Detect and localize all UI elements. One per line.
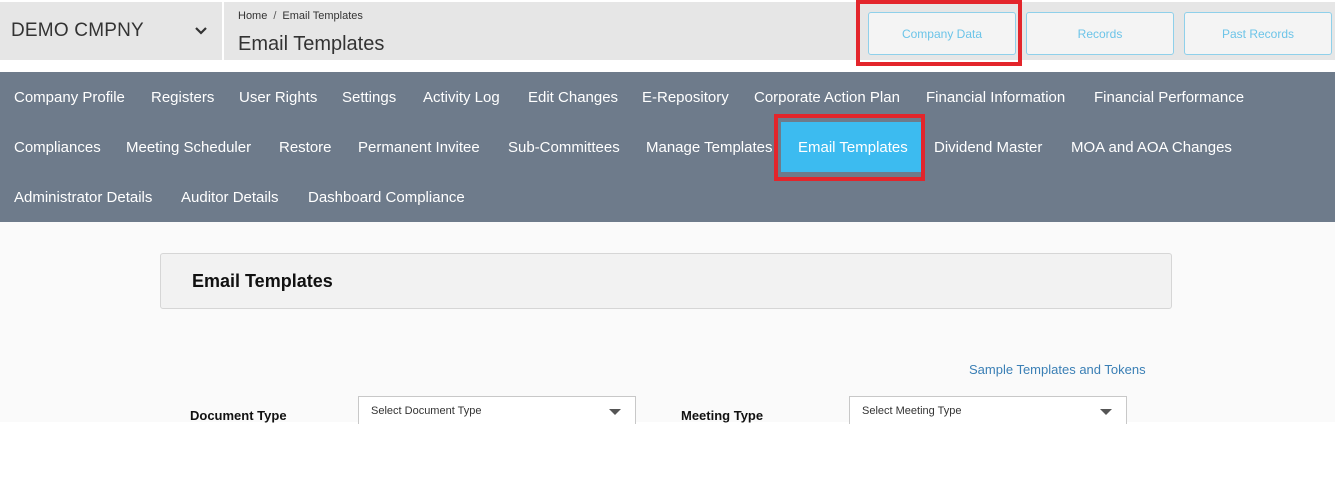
company-name: DEMO CMPNY — [11, 20, 144, 41]
breadcrumb: Home / Email Templates — [238, 10, 363, 22]
nav-corporate-action-plan[interactable]: Corporate Action Plan — [754, 72, 900, 122]
breadcrumb-current: Email Templates — [282, 10, 363, 22]
nav-company-profile[interactable]: Company Profile — [14, 72, 125, 122]
nav-user-rights[interactable]: User Rights — [239, 72, 317, 122]
company-data-button[interactable]: Company Data — [868, 12, 1016, 55]
page-title: Email Templates — [238, 33, 385, 55]
meeting-type-select[interactable]: Select Meeting Type — [849, 396, 1127, 424]
nav-compliances[interactable]: Compliances — [14, 122, 101, 172]
top-bar: DEMO CMPNY Home / Email Templates Email … — [0, 0, 1335, 62]
main-nav: Company Profile Registers User Rights Se… — [0, 72, 1335, 222]
nav-email-templates[interactable]: Email Templates — [781, 122, 925, 172]
breadcrumb-separator: / — [273, 10, 277, 22]
records-button[interactable]: Records — [1026, 12, 1174, 55]
document-type-select[interactable]: Select Document Type — [358, 396, 636, 424]
nav-meeting-scheduler[interactable]: Meeting Scheduler — [126, 122, 251, 172]
nav-dashboard-compliance[interactable]: Dashboard Compliance — [308, 172, 465, 222]
nav-financial-performance[interactable]: Financial Performance — [1094, 72, 1244, 122]
nav-dividend-master[interactable]: Dividend Master — [934, 122, 1042, 172]
header-actions: Company Data Records Past Records — [856, 2, 1335, 60]
nav-restore[interactable]: Restore — [279, 122, 332, 172]
page-header: Home / Email Templates Email Templates — [224, 2, 856, 60]
nav-sub-committees[interactable]: Sub-Committees — [508, 122, 620, 172]
nav-moa-aoa-changes[interactable]: MOA and AOA Changes — [1071, 122, 1232, 172]
nav-activity-log[interactable]: Activity Log — [423, 72, 500, 122]
caret-down-icon — [1100, 409, 1112, 415]
meeting-type-label: Meeting Type — [681, 408, 764, 423]
nav-financial-information[interactable]: Financial Information — [926, 72, 1065, 122]
nav-edit-changes[interactable]: Edit Changes — [528, 72, 618, 122]
sample-templates-link[interactable]: Sample Templates and Tokens — [969, 362, 1146, 377]
nav-auditor-details[interactable]: Auditor Details — [181, 172, 279, 222]
nav-settings[interactable]: Settings — [342, 72, 396, 122]
breadcrumb-home[interactable]: Home — [238, 10, 267, 22]
nav-e-repository[interactable]: E-Repository — [642, 72, 729, 122]
document-type-label: Document Type — [190, 408, 287, 423]
section-title: Email Templates — [192, 271, 333, 291]
nav-registers[interactable]: Registers — [151, 72, 214, 122]
section-header-panel: Email Templates — [160, 253, 1172, 309]
content-area: Email Templates Sample Templates and Tok… — [0, 222, 1335, 424]
meeting-type-value: Select Meeting Type — [862, 405, 962, 417]
nav-administrator-details[interactable]: Administrator Details — [14, 172, 152, 222]
nav-permanent-invitee[interactable]: Permanent Invitee — [358, 122, 480, 172]
company-selector[interactable]: DEMO CMPNY — [0, 2, 222, 60]
past-records-button[interactable]: Past Records — [1184, 12, 1332, 55]
caret-down-icon — [609, 409, 621, 415]
document-type-value: Select Document Type — [371, 405, 482, 417]
nav-manage-templates[interactable]: Manage Templates — [646, 122, 772, 172]
chevron-down-icon — [195, 27, 207, 35]
